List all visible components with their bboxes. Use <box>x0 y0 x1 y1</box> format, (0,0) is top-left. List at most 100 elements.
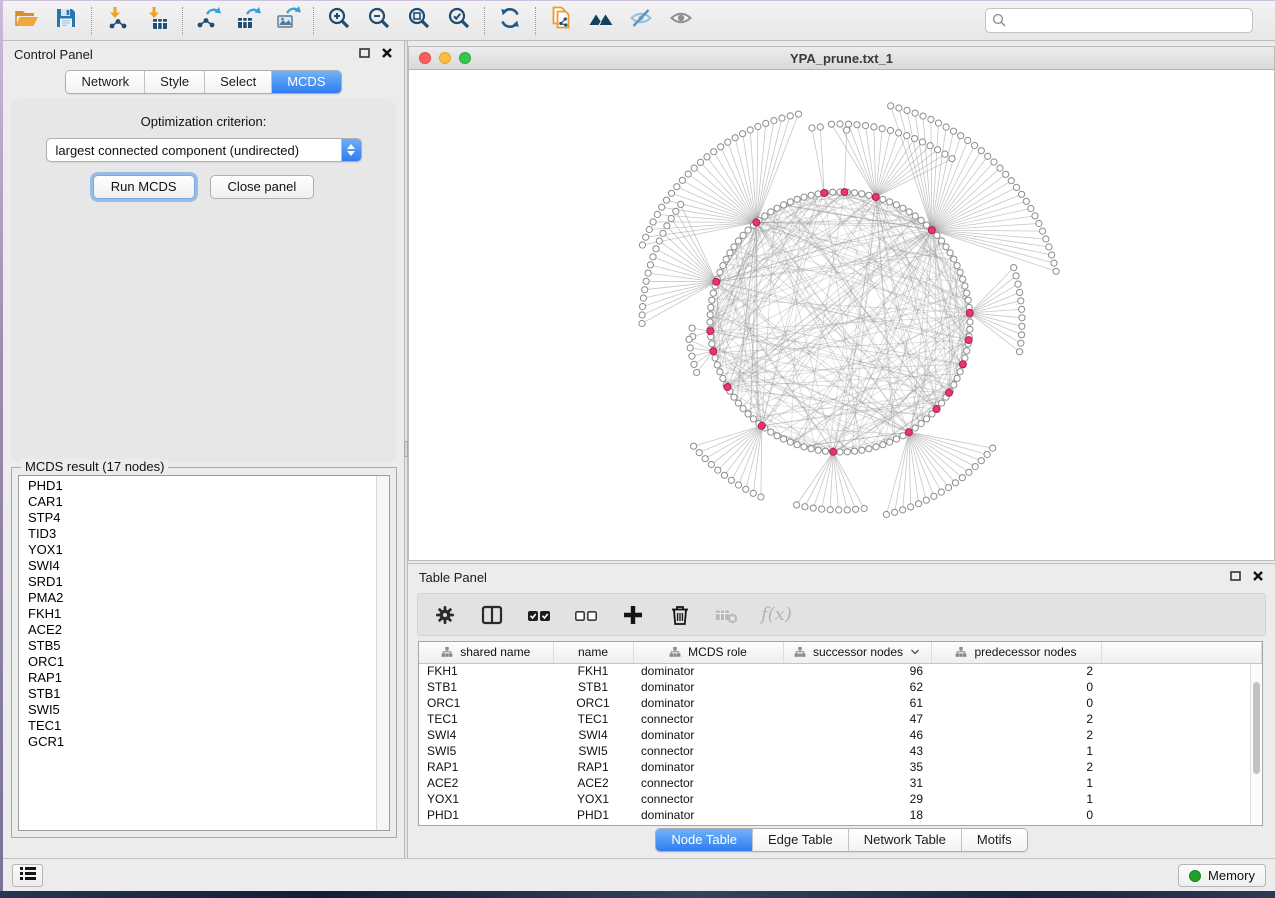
leaf-node[interactable] <box>887 127 893 133</box>
leaf-node[interactable] <box>639 320 645 326</box>
ring-node[interactable] <box>887 199 893 205</box>
ring-node[interactable] <box>852 190 858 196</box>
table-cell[interactable]: TEC1 <box>553 711 633 727</box>
leaf-node[interactable] <box>673 208 679 214</box>
table-cell[interactable]: 35 <box>783 759 931 775</box>
leaf-node[interactable] <box>990 445 996 451</box>
ring-node[interactable] <box>735 238 741 244</box>
ring-node[interactable] <box>740 232 746 238</box>
import-table-button[interactable] <box>137 4 177 38</box>
network-canvas[interactable] <box>409 70 1274 560</box>
ring-node[interactable] <box>808 192 814 198</box>
ring-node[interactable] <box>717 269 723 275</box>
leaf-node[interactable] <box>747 127 753 133</box>
leaf-node[interactable] <box>892 509 898 515</box>
table-cell[interactable]: ACE2 <box>419 775 553 791</box>
ring-node[interactable] <box>947 250 953 256</box>
leaf-node[interactable] <box>743 486 749 492</box>
gear-icon[interactable] <box>432 602 458 628</box>
leaf-node[interactable] <box>927 143 933 149</box>
hide-selected-button[interactable] <box>621 4 661 38</box>
leaf-node[interactable] <box>991 159 997 165</box>
ring-node[interactable] <box>844 449 850 455</box>
ring-node[interactable] <box>774 433 780 439</box>
ring-node[interactable] <box>723 256 729 262</box>
table-cell[interactable]: SWI5 <box>419 743 553 759</box>
ring-node[interactable] <box>735 400 741 406</box>
leaf-node[interactable] <box>645 270 651 276</box>
leaf-node[interactable] <box>958 133 964 139</box>
ring-node[interactable] <box>880 442 886 448</box>
leaf-node[interactable] <box>845 121 851 127</box>
column-header-mcds-role[interactable]: MCDS role <box>633 642 783 663</box>
table-cell[interactable]: dominator <box>633 759 783 775</box>
leaf-node[interactable] <box>938 489 944 495</box>
leaf-node[interactable] <box>660 230 666 236</box>
table-cell[interactable]: 18 <box>783 807 931 823</box>
table-cell[interactable]: STB1 <box>419 679 553 695</box>
ring-node[interactable] <box>815 447 821 453</box>
export-network-button[interactable] <box>188 4 228 38</box>
leaf-node[interactable] <box>668 215 674 221</box>
task-history-button[interactable] <box>12 864 43 887</box>
leaf-node[interactable] <box>691 165 697 171</box>
leaf-node[interactable] <box>862 123 868 129</box>
leaf-node[interactable] <box>1019 315 1025 321</box>
table-cell[interactable]: 2 <box>931 663 1101 679</box>
leaf-node[interactable] <box>1023 198 1029 204</box>
run-mcds-button[interactable]: Run MCDS <box>93 175 195 199</box>
leaf-node[interactable] <box>685 171 691 177</box>
leaf-node[interactable] <box>656 238 662 244</box>
leaf-node[interactable] <box>740 131 746 137</box>
ring-node[interactable] <box>951 382 957 388</box>
table-cell[interactable]: ORC1 <box>419 695 553 711</box>
leaf-node[interactable] <box>650 254 656 260</box>
table-row[interactable]: STB1STB1dominator620 <box>419 679 1262 695</box>
leaf-node[interactable] <box>1003 171 1009 177</box>
table-cell[interactable]: FKH1 <box>419 663 553 679</box>
leaf-node[interactable] <box>679 177 685 183</box>
leaf-node[interactable] <box>691 443 697 449</box>
ring-node[interactable] <box>768 429 774 435</box>
ring-node[interactable] <box>774 205 780 211</box>
save-button[interactable] <box>46 4 86 38</box>
leaf-node[interactable] <box>663 197 669 203</box>
leaf-node[interactable] <box>896 130 902 136</box>
table-cell[interactable]: 2 <box>931 727 1101 743</box>
dominator-node[interactable] <box>966 309 973 316</box>
leaf-node[interactable] <box>935 120 941 126</box>
leaf-node[interactable] <box>732 135 738 141</box>
ring-node[interactable] <box>714 362 720 368</box>
leaf-node[interactable] <box>1013 273 1019 279</box>
ring-node[interactable] <box>781 436 787 442</box>
table-row[interactable]: PHD1PHD1dominator180 <box>419 807 1262 823</box>
leaf-node[interactable] <box>646 226 652 232</box>
export-table-button[interactable] <box>228 4 268 38</box>
leaf-node[interactable] <box>647 262 653 268</box>
ring-node[interactable] <box>731 244 737 250</box>
leaf-node[interactable] <box>1049 252 1055 258</box>
leaf-node[interactable] <box>689 353 695 359</box>
leaf-node[interactable] <box>1040 228 1046 234</box>
leaf-node[interactable] <box>837 121 843 127</box>
table-cell[interactable]: dominator <box>633 807 783 823</box>
ring-node[interactable] <box>745 411 751 417</box>
table-cell[interactable]: ACE2 <box>553 775 633 791</box>
leaf-node[interactable] <box>935 147 941 153</box>
ring-node[interactable] <box>852 448 858 454</box>
ring-node[interactable] <box>954 375 960 381</box>
leaf-node[interactable] <box>1018 340 1024 346</box>
ring-node[interactable] <box>960 276 966 282</box>
table-cell[interactable]: 96 <box>783 663 931 679</box>
tab-network-table[interactable]: Network Table <box>849 829 962 851</box>
leaf-node[interactable] <box>942 151 948 157</box>
leaf-node[interactable] <box>952 480 958 486</box>
table-row[interactable]: ACE2ACE2connector311 <box>419 775 1262 791</box>
ring-node[interactable] <box>967 326 973 332</box>
ring-node[interactable] <box>859 447 865 453</box>
leaf-node[interactable] <box>978 458 984 464</box>
mcds-result-item[interactable]: SRD1 <box>19 574 375 590</box>
column-header-successor-nodes[interactable]: successor nodes <box>783 642 931 663</box>
table-row[interactable]: ORC1ORC1dominator610 <box>419 695 1262 711</box>
leaf-node[interactable] <box>1019 306 1025 312</box>
